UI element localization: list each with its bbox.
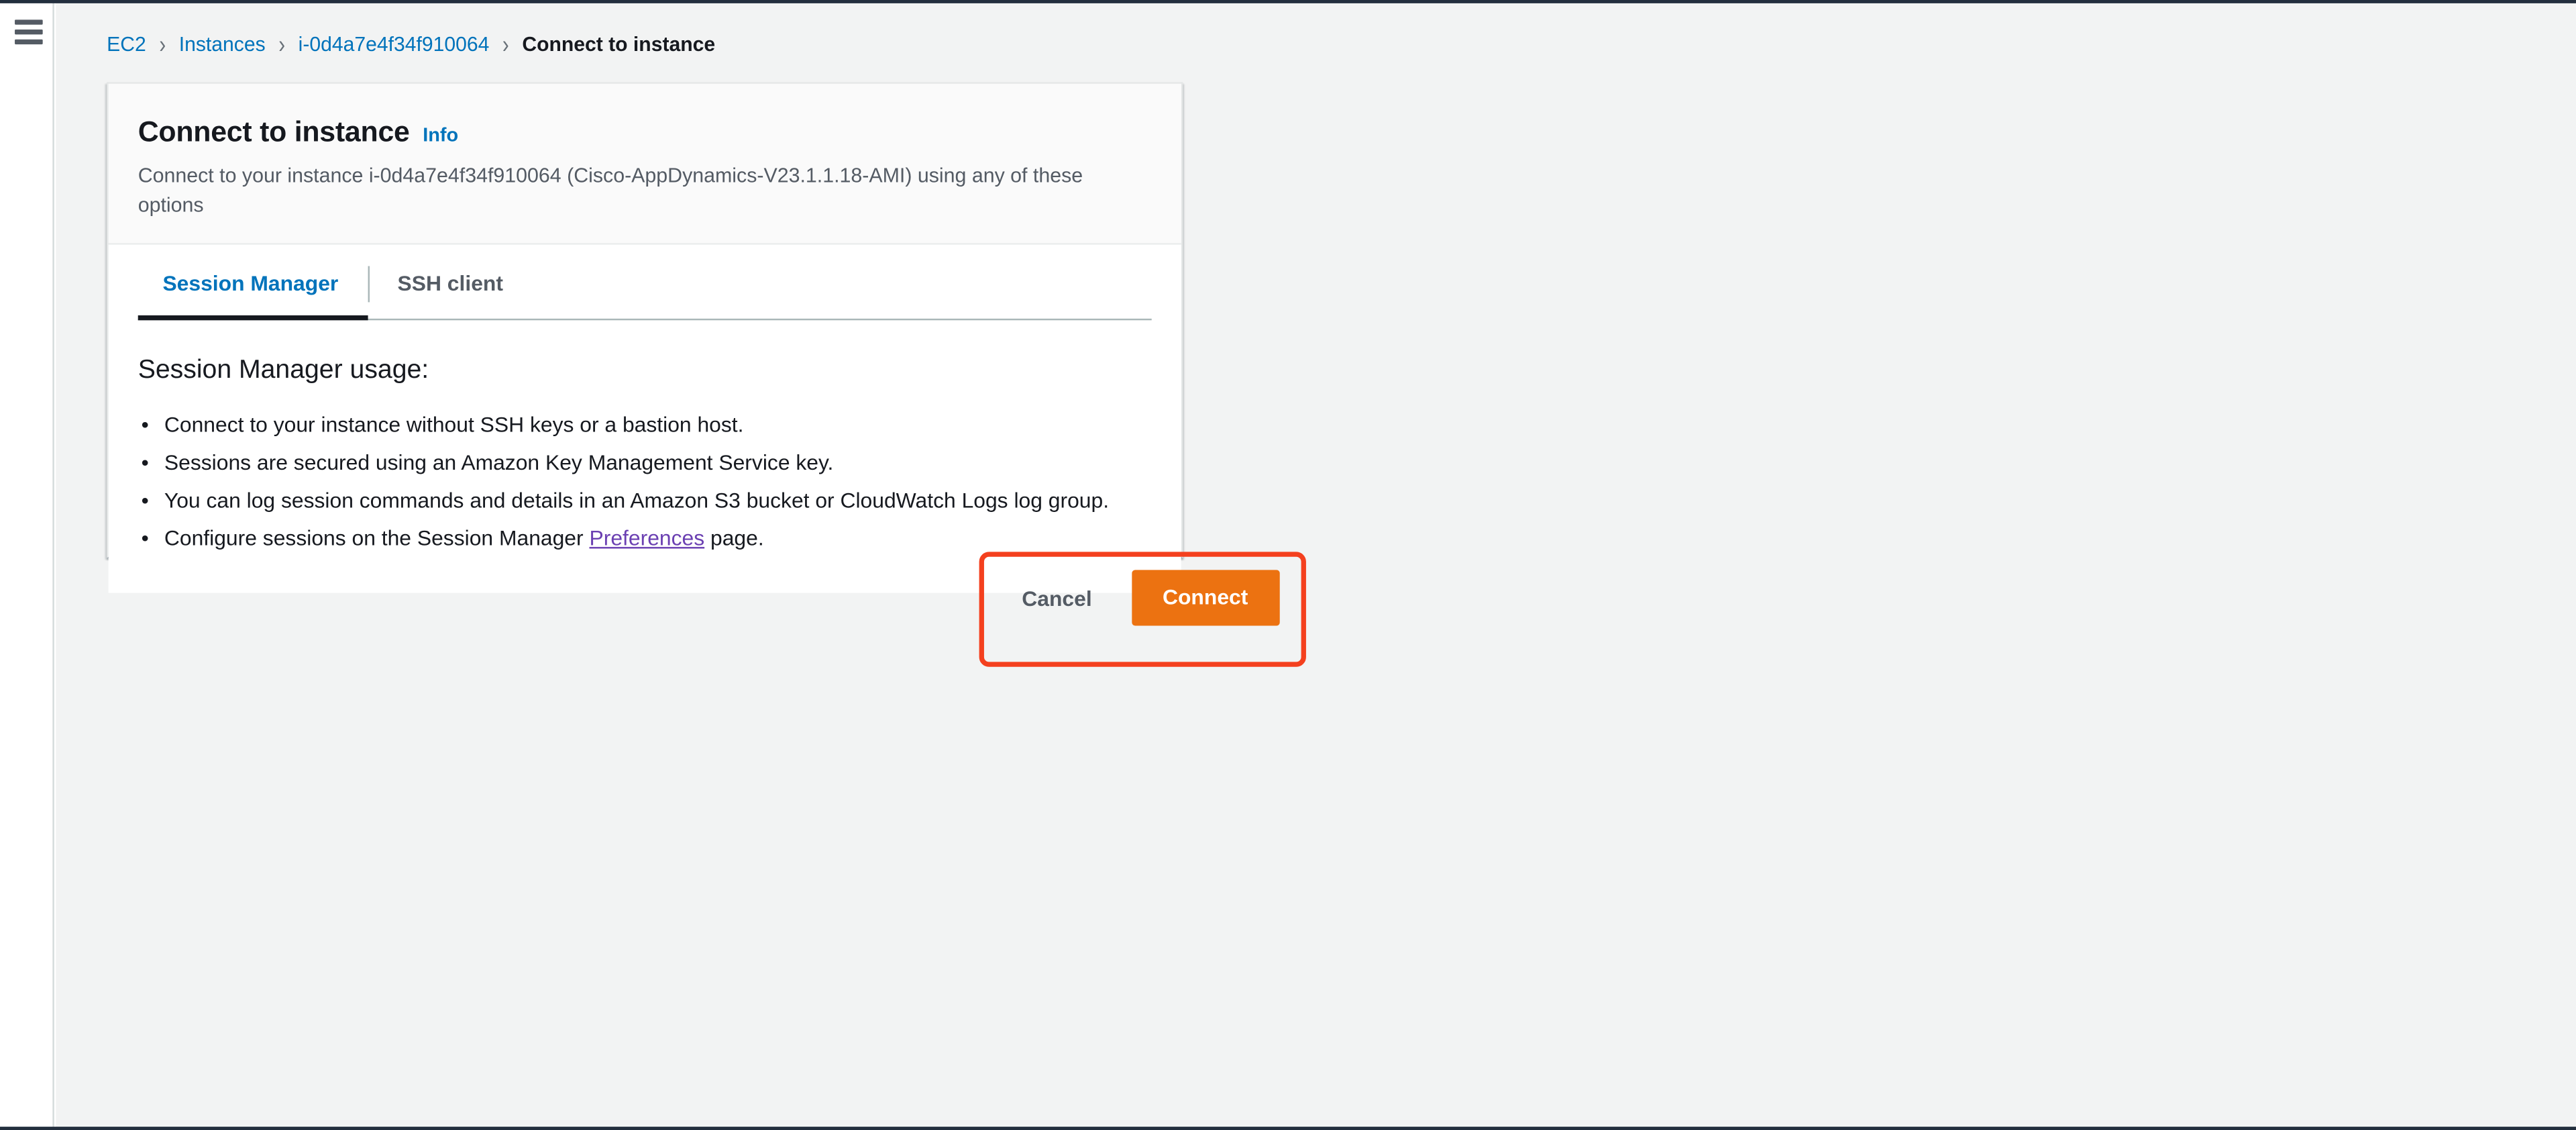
cancel-button[interactable]: Cancel xyxy=(1006,572,1108,623)
card-description: Connect to your instance i-0d4a7e4f34f91… xyxy=(138,164,1083,217)
breadcrumb-item-instance-id[interactable]: i-0d4a7e4f34f910064 xyxy=(299,32,490,58)
aws-console-page: EC2 › Instances › i-0d4a7e4f34f910064 › … xyxy=(0,0,2576,1130)
top-navigation-bar xyxy=(0,0,2576,3)
footer-actions: Cancel Connect xyxy=(1006,570,1279,626)
card-header: Connect to instance Info Connect to your… xyxy=(108,83,1181,245)
page-title: Connect to instance xyxy=(138,115,410,148)
tab-ssh-client[interactable]: SSH client xyxy=(368,245,533,319)
sidebar-rail xyxy=(0,3,54,1127)
info-link[interactable]: Info xyxy=(423,123,458,146)
connect-to-instance-card: Connect to instance Info Connect to your… xyxy=(107,82,1183,593)
list-item-prefix-text: Configure sessions on the Session Manage… xyxy=(164,525,590,550)
panel-heading: Session Manager usage: xyxy=(138,356,429,384)
list-item-with-link: Configure sessions on the Session Manage… xyxy=(138,523,1152,554)
list-item: Connect to your instance without SSH key… xyxy=(138,410,1152,440)
screenshot-viewport: EC2 › Instances › i-0d4a7e4f34f910064 › … xyxy=(0,0,2576,1130)
main-content-area: EC2 › Instances › i-0d4a7e4f34f910064 › … xyxy=(56,3,2576,1127)
breadcrumb-separator-icon: › xyxy=(502,30,509,59)
breadcrumb-separator-icon: › xyxy=(278,30,286,59)
bottom-navigation-bar xyxy=(0,1127,2576,1130)
card-title-row: Connect to instance Info xyxy=(138,113,1148,150)
hamburger-bar-2 xyxy=(15,30,43,34)
breadcrumb-item-current: Connect to instance xyxy=(522,32,716,56)
usage-list: Connect to your instance without SSH key… xyxy=(138,410,1152,554)
list-item-suffix-text: page. xyxy=(704,525,764,550)
list-item: You can log session commands and details… xyxy=(138,485,1152,516)
breadcrumb: EC2 › Instances › i-0d4a7e4f34f910064 › … xyxy=(107,30,716,59)
session-manager-panel: Session Manager usage: Connect to your i… xyxy=(108,320,1181,593)
list-item: Sessions are secured using an Amazon Key… xyxy=(138,448,1152,478)
breadcrumb-item-ec2[interactable]: EC2 xyxy=(107,32,146,58)
breadcrumb-item-instances[interactable]: Instances xyxy=(179,32,266,58)
hamburger-bar-3 xyxy=(15,40,43,45)
preferences-link[interactable]: Preferences xyxy=(589,525,704,550)
tabs-row: Session Manager SSH client xyxy=(138,245,1152,321)
hamburger-bar-1 xyxy=(15,19,43,24)
tab-session-manager[interactable]: Session Manager xyxy=(138,245,368,321)
breadcrumb-separator-icon: › xyxy=(159,30,166,59)
connect-button[interactable]: Connect xyxy=(1131,570,1279,626)
tabs-container: Session Manager SSH client xyxy=(108,244,1181,321)
hamburger-menu-icon[interactable] xyxy=(15,19,43,45)
